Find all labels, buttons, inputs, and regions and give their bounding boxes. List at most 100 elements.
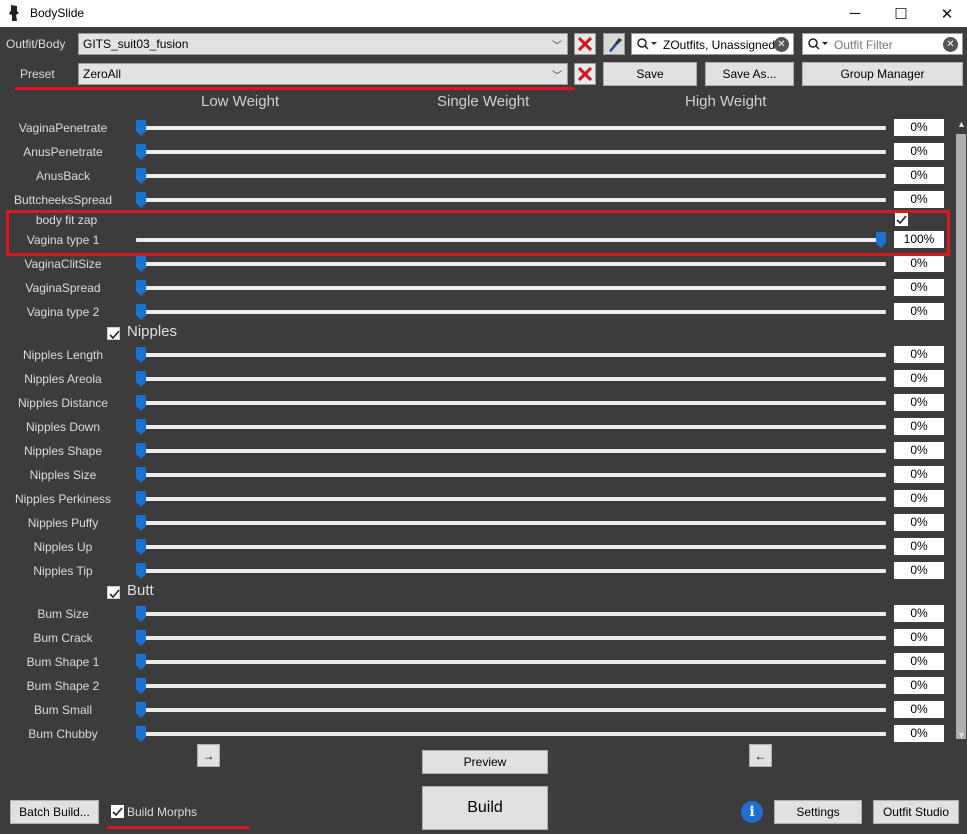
slider-track[interactable] — [136, 371, 886, 387]
slider-value-field[interactable]: 0% — [894, 191, 944, 208]
slider-track[interactable] — [136, 539, 886, 555]
slider-thumb[interactable] — [136, 144, 146, 160]
slider-track[interactable] — [136, 419, 886, 435]
slider-value-field[interactable]: 0% — [894, 514, 944, 531]
slider-track[interactable] — [136, 515, 886, 531]
slider-thumb[interactable] — [136, 120, 146, 136]
info-icon[interactable]: i — [741, 801, 763, 823]
clear-outfit-button[interactable] — [574, 33, 596, 55]
slider-track[interactable] — [136, 120, 886, 136]
outfit-body-combo[interactable]: GITS_suit03_fusion ﹀ — [78, 33, 568, 55]
slider-thumb[interactable] — [136, 726, 146, 742]
slider-value-field[interactable]: 0% — [894, 279, 944, 296]
slider-thumb[interactable] — [136, 630, 146, 646]
slider-track[interactable] — [136, 467, 886, 483]
settings-button[interactable]: Settings — [774, 800, 862, 824]
set-all-right-button[interactable]: ← — [749, 744, 772, 767]
outfit-filter-input[interactable]: Outfit Filter ✕ — [802, 33, 963, 55]
slider-thumb[interactable] — [136, 347, 146, 363]
slider-thumb[interactable] — [136, 606, 146, 622]
slider-value-field[interactable]: 0% — [894, 303, 944, 320]
slider-value-field[interactable]: 0% — [894, 562, 944, 579]
slider-value-field[interactable]: 0% — [894, 653, 944, 670]
slider-track[interactable] — [136, 192, 886, 208]
slider-thumb[interactable] — [136, 654, 146, 670]
slider-value-field[interactable]: 0% — [894, 538, 944, 555]
slider-thumb[interactable] — [136, 395, 146, 411]
clear-preset-button[interactable] — [574, 63, 596, 85]
zap-checkbox[interactable] — [895, 213, 908, 226]
group-filter-input[interactable]: ZOutfits, Unassigned ✕ — [631, 33, 794, 55]
slider-track[interactable] — [136, 630, 886, 646]
slider-thumb[interactable] — [136, 304, 146, 320]
slider-track[interactable] — [136, 304, 886, 320]
slider-value-field[interactable]: 0% — [894, 346, 944, 363]
preset-combo[interactable]: ZeroAll ﹀ — [78, 63, 568, 85]
slider-track[interactable] — [136, 726, 886, 742]
slider-value-field[interactable]: 0% — [894, 442, 944, 459]
slider-track[interactable] — [136, 347, 886, 363]
slider-track[interactable] — [136, 702, 886, 718]
slider-thumb[interactable] — [136, 515, 146, 531]
slider-track[interactable] — [136, 654, 886, 670]
slider-thumb[interactable] — [136, 678, 146, 694]
slider-value-field[interactable]: 0% — [894, 394, 944, 411]
slider-thumb[interactable] — [136, 491, 146, 507]
slider-value-field[interactable]: 0% — [894, 466, 944, 483]
slider-track[interactable] — [136, 256, 886, 272]
close-button[interactable]: ✕ — [924, 0, 967, 27]
slider-track[interactable] — [136, 443, 886, 459]
slider-value-field[interactable]: 0% — [894, 119, 944, 136]
slider-track[interactable] — [136, 606, 886, 622]
scrollbar-thumb[interactable] — [956, 134, 966, 739]
butt-section-checkbox[interactable] — [107, 586, 120, 599]
slider-thumb[interactable] — [136, 419, 146, 435]
slider-value-field[interactable]: 0% — [894, 255, 944, 272]
outfit-studio-shortcut-button[interactable] — [603, 33, 625, 55]
slider-value-field[interactable]: 0% — [894, 725, 944, 742]
slider-thumb[interactable] — [136, 371, 146, 387]
scroll-up-icon[interactable]: ▲ — [957, 119, 966, 129]
slider-thumb[interactable] — [136, 563, 146, 579]
slider-value-field[interactable]: 0% — [894, 677, 944, 694]
slider-value-field[interactable]: 0% — [894, 418, 944, 435]
slider-track[interactable] — [136, 491, 886, 507]
slider-thumb[interactable] — [136, 168, 146, 184]
slider-value-field[interactable]: 0% — [894, 701, 944, 718]
slider-thumb[interactable] — [136, 702, 146, 718]
nipples-section-checkbox[interactable] — [107, 327, 120, 340]
slider-thumb[interactable] — [136, 256, 146, 272]
slider-value-field[interactable]: 0% — [894, 167, 944, 184]
slider-thumb[interactable] — [136, 443, 146, 459]
preview-button[interactable]: Preview — [422, 750, 548, 774]
slider-value-field[interactable]: 0% — [894, 143, 944, 160]
slider-thumb[interactable] — [136, 467, 146, 483]
slider-value-field[interactable]: 0% — [894, 629, 944, 646]
clear-filter-icon[interactable]: ✕ — [774, 37, 789, 52]
slider-track[interactable] — [136, 563, 886, 579]
vertical-scrollbar[interactable]: ▲ ▼ — [955, 117, 967, 743]
slider-track[interactable] — [136, 144, 886, 160]
slider-thumb[interactable] — [136, 280, 146, 296]
clear-filter-icon[interactable]: ✕ — [943, 37, 958, 52]
save-button[interactable]: Save — [603, 62, 697, 86]
build-button[interactable]: Build — [422, 786, 548, 830]
slider-value-field[interactable]: 0% — [894, 370, 944, 387]
build-morphs-checkbox[interactable] — [111, 805, 124, 818]
maximize-button[interactable]: ☐ — [878, 0, 924, 27]
slider-value-field[interactable]: 0% — [894, 490, 944, 507]
slider-track[interactable] — [136, 395, 886, 411]
minimize-button[interactable]: ─ — [832, 0, 878, 27]
slider-track[interactable] — [136, 168, 886, 184]
set-all-left-button[interactable]: → — [197, 744, 220, 767]
slider-thumb[interactable] — [136, 192, 146, 208]
outfit-studio-button[interactable]: Outfit Studio — [873, 800, 959, 824]
slider-track[interactable] — [136, 280, 886, 296]
scroll-down-icon[interactable]: ▼ — [957, 730, 966, 740]
slider-thumb[interactable] — [136, 539, 146, 555]
save-as-button[interactable]: Save As... — [705, 62, 794, 86]
slider-value-field[interactable]: 0% — [894, 605, 944, 622]
slider-track[interactable] — [136, 678, 886, 694]
batch-build-button[interactable]: Batch Build... — [10, 800, 99, 824]
group-manager-button[interactable]: Group Manager — [802, 62, 963, 86]
